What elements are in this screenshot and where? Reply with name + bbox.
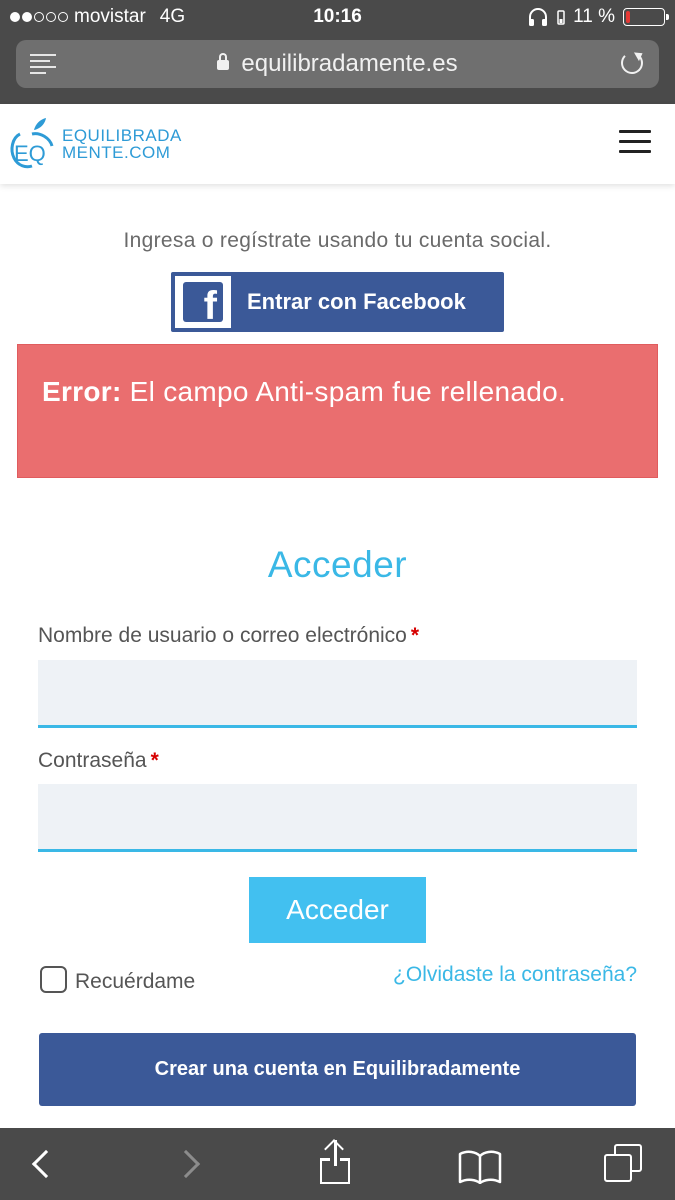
apple-logo-icon: EQ: [6, 116, 58, 172]
logo-mark-text: EQ: [14, 141, 46, 166]
username-label: Nombre de usuario o correo electrónico *: [38, 624, 419, 648]
battery-charging-small-icon: [557, 10, 565, 25]
password-label-text: Contraseña: [38, 749, 147, 772]
create-account-button[interactable]: Crear una cuenta en Equilibradamente: [39, 1033, 636, 1106]
status-right: 11 %: [527, 6, 669, 28]
battery-icon: [623, 8, 669, 26]
menu-icon[interactable]: [619, 130, 651, 160]
required-marker: *: [150, 749, 159, 772]
facebook-login-button[interactable]: f Entrar con Facebook: [171, 272, 504, 332]
share-icon[interactable]: [314, 1139, 358, 1184]
bookmarks-icon[interactable]: [458, 1144, 502, 1184]
logo-text: EQUILIBRADA MENTE.COM: [62, 127, 182, 161]
remember-me-checkbox[interactable]: [40, 965, 67, 993]
username-label-text: Nombre de usuario o correo electrónico: [38, 624, 407, 647]
logo-line-2: MENTE.COM: [62, 143, 171, 162]
status-bar: movistar 4G 10:16 11 %: [0, 0, 675, 34]
login-submit-button[interactable]: Acceder: [249, 877, 426, 943]
lock-icon: [217, 53, 230, 70]
browser-address-area: equilibradamente.es: [0, 34, 675, 104]
forgot-password-link[interactable]: ¿Olvidaste la contraseña?: [393, 963, 637, 987]
headphones-icon: [529, 8, 548, 26]
browser-toolbar: [0, 1128, 675, 1200]
social-login-prompt: Ingresa o regístrate usando tu cuenta so…: [123, 229, 552, 252]
back-icon[interactable]: [22, 1144, 66, 1184]
remember-me-label[interactable]: Recuérdame: [75, 970, 195, 994]
error-prefix: Error:: [42, 376, 122, 407]
battery-percentage: 11 %: [573, 6, 615, 27]
battery-level: [626, 11, 630, 23]
required-marker: *: [410, 624, 420, 647]
facebook-login-label: Entrar con Facebook: [247, 289, 466, 314]
username-input[interactable]: [38, 660, 637, 728]
site-logo[interactable]: EQ EQUILIBRADA MENTE.COM: [6, 116, 182, 172]
reload-icon[interactable]: [621, 52, 643, 74]
error-alert: Error: El campo Anti-spam fue rellenado.: [17, 344, 658, 478]
password-label: Contraseña *: [38, 749, 159, 773]
login-title: Acceder: [267, 544, 408, 585]
remember-me[interactable]: Recuérdame: [40, 964, 195, 994]
site-header: EQ EQUILIBRADA MENTE.COM: [0, 104, 675, 184]
facebook-icon-box: f: [175, 276, 231, 328]
password-input[interactable]: [38, 784, 637, 852]
tabs-icon[interactable]: [600, 1144, 644, 1184]
address-bar[interactable]: equilibradamente.es: [16, 40, 659, 88]
url-display[interactable]: equilibradamente.es: [16, 50, 659, 78]
forward-icon[interactable]: [171, 1144, 216, 1184]
facebook-icon: f: [183, 282, 223, 322]
error-message: El campo Anti-spam fue rellenado.: [121, 376, 567, 407]
url-text: equilibradamente.es: [241, 50, 458, 77]
logo-line-1: EQUILIBRADA: [62, 126, 182, 145]
